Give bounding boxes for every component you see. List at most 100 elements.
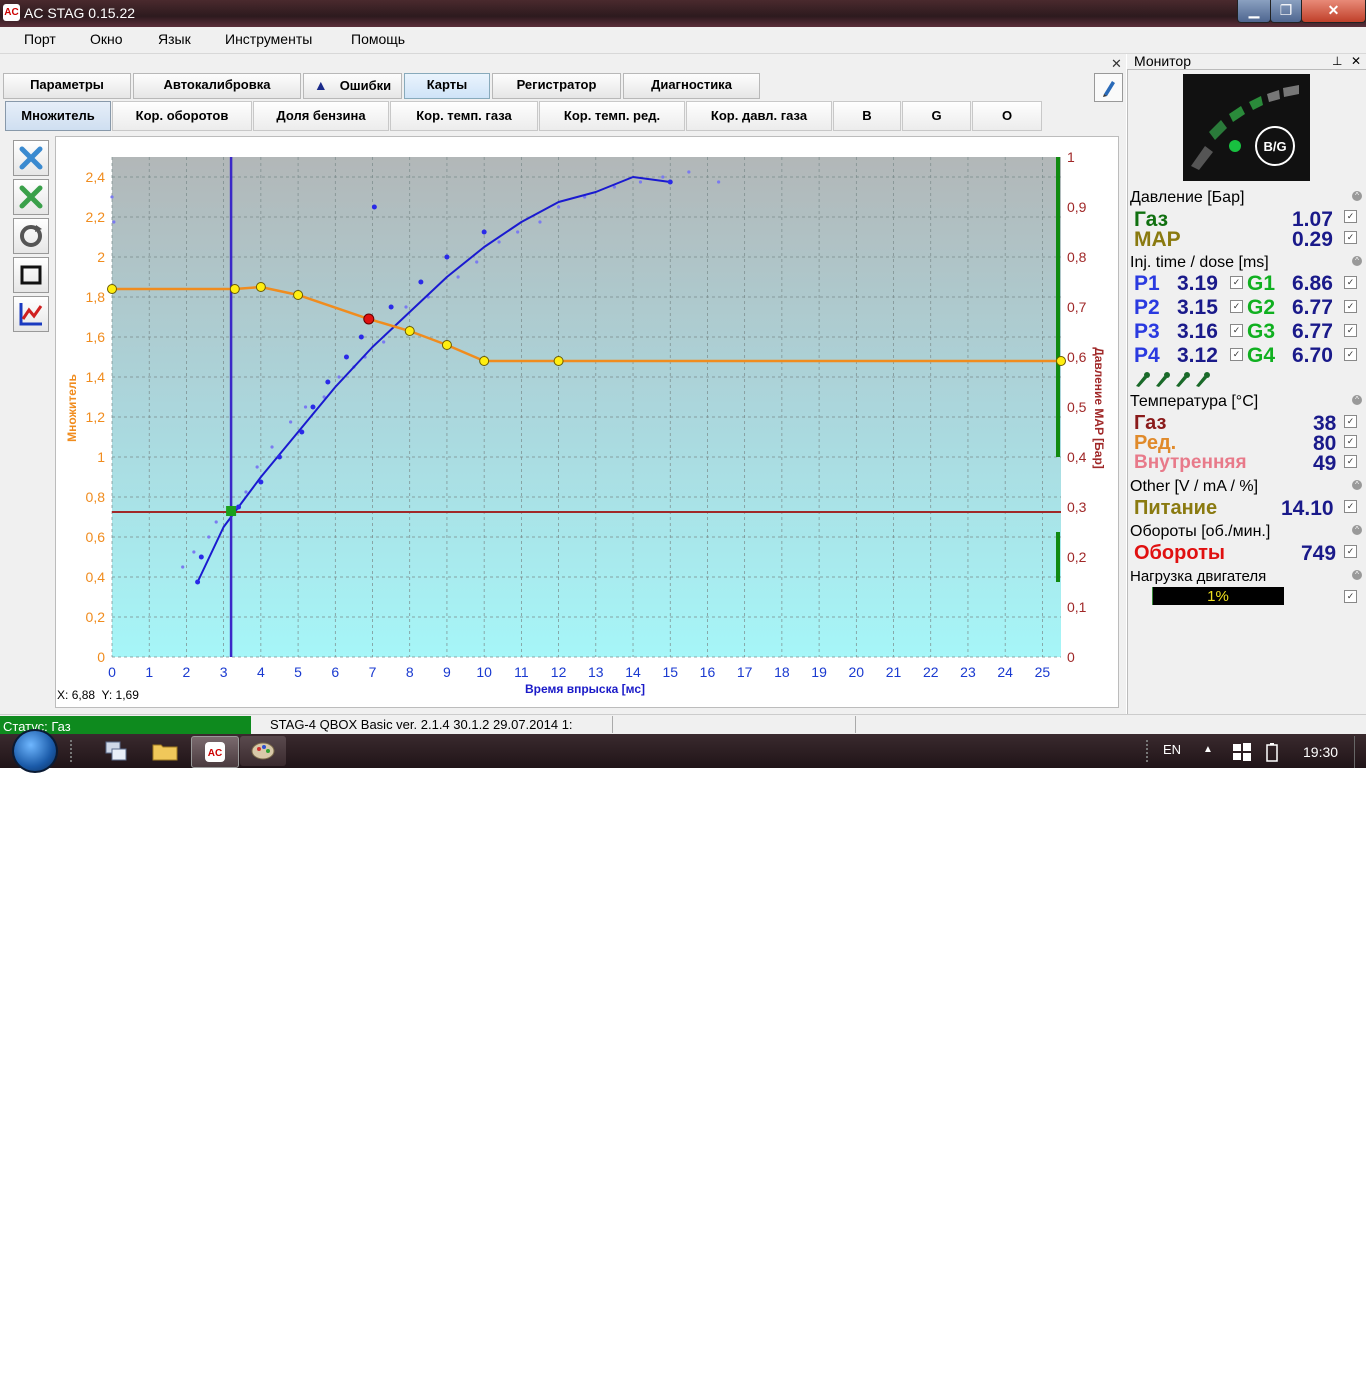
menu-tools[interactable]: Инструменты: [225, 31, 312, 47]
y-tick-label: 1,8: [86, 289, 106, 305]
battery-icon[interactable]: [1265, 742, 1279, 762]
y-tick-label: 2: [97, 249, 105, 265]
tab-parameters[interactable]: Параметры: [3, 73, 131, 99]
subtab-gas-temp-correction[interactable]: Кор. темп. газа: [390, 101, 538, 131]
frame-button[interactable]: [13, 257, 49, 293]
subtab-b[interactable]: B: [833, 101, 901, 131]
sample-point: [236, 504, 242, 510]
tab-maps[interactable]: Карты: [404, 73, 490, 99]
gas-injector-1-checkbox[interactable]: ✓: [1344, 276, 1357, 289]
pressure-header: Давление [Бар]: [1130, 189, 1245, 206]
reducer-temp-checkbox[interactable]: ✓: [1344, 435, 1357, 448]
x-tick-label: 24: [997, 664, 1013, 680]
map-pressure-checkbox[interactable]: ✓: [1344, 231, 1357, 244]
sample-point-light: [255, 465, 259, 469]
panel-close-icon[interactable]: ✕: [1111, 56, 1122, 72]
rpm-checkbox[interactable]: ✓: [1344, 545, 1357, 558]
language-indicator[interactable]: EN: [1163, 742, 1181, 757]
sample-point-light: [475, 260, 479, 264]
petrol-injector-2-checkbox[interactable]: ✓: [1230, 300, 1243, 313]
menu-bar: [0, 27, 1366, 54]
pin-icon[interactable]: ⊥: [1332, 54, 1342, 68]
multiplier-point: [293, 290, 304, 300]
supply-voltage-checkbox[interactable]: ✓: [1344, 500, 1357, 513]
x-tick-label: 13: [588, 664, 604, 680]
sample-point-light: [192, 550, 196, 554]
subtab-multiplier[interactable]: Множитель: [5, 101, 111, 131]
menu-language[interactable]: Язык: [158, 31, 191, 47]
petrol-injector-4-label: P4: [1134, 344, 1160, 367]
collapse-icon[interactable]: ^: [1352, 191, 1362, 201]
engine-load-checkbox[interactable]: ✓: [1344, 590, 1357, 603]
menu-help[interactable]: Помощь: [351, 31, 405, 47]
subtab-o[interactable]: O: [972, 101, 1042, 131]
petrol-injector-1-label: P1: [1134, 272, 1160, 295]
clear-green-button[interactable]: [13, 179, 49, 215]
clock[interactable]: 19:30: [1303, 744, 1338, 760]
gas-injector-2-checkbox[interactable]: ✓: [1344, 300, 1357, 313]
sample-point: [481, 229, 487, 235]
clear-blue-button[interactable]: [13, 140, 49, 176]
menu-port[interactable]: Порт: [24, 31, 56, 47]
windows-start-icon[interactable]: [12, 729, 58, 773]
petrol-injector-3-checkbox[interactable]: ✓: [1230, 324, 1243, 337]
y-tick-label: 0,8: [86, 489, 106, 505]
taskbar-explorer-app[interactable]: [142, 736, 188, 766]
close-button[interactable]: ✕: [1301, 0, 1366, 23]
y2-tick-label: 1: [1067, 149, 1075, 165]
refresh-button[interactable]: [13, 218, 49, 254]
collapse-icon[interactable]: ^: [1352, 525, 1362, 535]
tray-expand-icon[interactable]: ▲: [1203, 744, 1213, 755]
tab-errors[interactable]: ▲ Ошибки: [303, 73, 402, 99]
taskbar-acstag-app[interactable]: AC: [191, 736, 239, 768]
petrol-injector-3-label: P3: [1134, 320, 1160, 343]
show-desktop-button[interactable]: [1354, 736, 1366, 768]
taskbar-paint-app[interactable]: [240, 736, 286, 766]
window-title: AC STAG 0.15.22: [24, 5, 136, 21]
petrol-injector-4-checkbox[interactable]: ✓: [1230, 348, 1243, 361]
petrol-injector-1-checkbox[interactable]: ✓: [1230, 276, 1243, 289]
maximize-button[interactable]: ❐: [1270, 0, 1302, 23]
sample-point-light: [687, 170, 691, 174]
menu-window[interactable]: Окно: [90, 31, 123, 47]
petrol-injector-1-value: 3.19: [1177, 272, 1218, 295]
gas-pressure-checkbox[interactable]: ✓: [1344, 210, 1357, 223]
monitor-close-icon[interactable]: ✕: [1351, 54, 1361, 68]
pen-tool-button[interactable]: [1094, 73, 1123, 102]
refresh-icon: [20, 225, 42, 247]
tab-registrator[interactable]: Регистратор: [492, 73, 621, 99]
minimize-button[interactable]: ▁: [1237, 0, 1271, 23]
subtab-petrol-share[interactable]: Доля бензина: [253, 101, 389, 131]
subtab-rpm-correction[interactable]: Кор. оборотов: [112, 101, 252, 131]
collapse-icon[interactable]: ^: [1352, 395, 1362, 405]
x-tick-label: 2: [183, 664, 191, 680]
multiplier-chart[interactable]: 0 0,2 0,4 0,6 0,8 1 1,2 1,4 1,6 1,8 2 2,2 2,4 0 0,1 0,…: [56, 137, 1118, 707]
y2-tick-label: 0,4: [1067, 449, 1087, 465]
collapse-icon[interactable]: ^: [1352, 570, 1362, 580]
collapse-icon[interactable]: ^: [1352, 256, 1362, 266]
tab-diagnostics[interactable]: Диагностика: [623, 73, 760, 99]
injection-header: Inj. time / dose [ms]: [1130, 254, 1269, 271]
sample-point-light: [207, 535, 211, 539]
internal-temp-checkbox[interactable]: ✓: [1344, 455, 1357, 468]
status-divider: [612, 716, 613, 733]
subtab-g[interactable]: G: [902, 101, 971, 131]
collapse-icon[interactable]: ^: [1352, 480, 1362, 490]
gas-injector-3-checkbox[interactable]: ✓: [1344, 324, 1357, 337]
y-tick-label: 1,2: [86, 409, 106, 425]
y-tick-label: 0,4: [86, 569, 106, 585]
petrol-injector-2-label: P2: [1134, 296, 1160, 319]
engine-load-header: Нагрузка двигателя: [1130, 568, 1267, 585]
title-bar: [0, 0, 1366, 27]
sample-point-light: [717, 180, 721, 184]
subtab-reducer-temp-correction[interactable]: Кор. темп. ред.: [539, 101, 685, 131]
gas-injector-4-checkbox[interactable]: ✓: [1344, 348, 1357, 361]
tab-autocalibration[interactable]: Автокалибровка: [133, 73, 301, 99]
graph-edit-button[interactable]: [13, 296, 49, 332]
temperature-header: Температура [°C]: [1130, 393, 1259, 410]
taskbar-network-app[interactable]: [93, 736, 139, 766]
subtab-gas-pressure-correction[interactable]: Кор. давл. газа: [686, 101, 832, 131]
gas-temp-checkbox[interactable]: ✓: [1344, 415, 1357, 428]
windows-flag-icon[interactable]: [1232, 742, 1252, 762]
injector-status-icons: [1136, 372, 1210, 387]
